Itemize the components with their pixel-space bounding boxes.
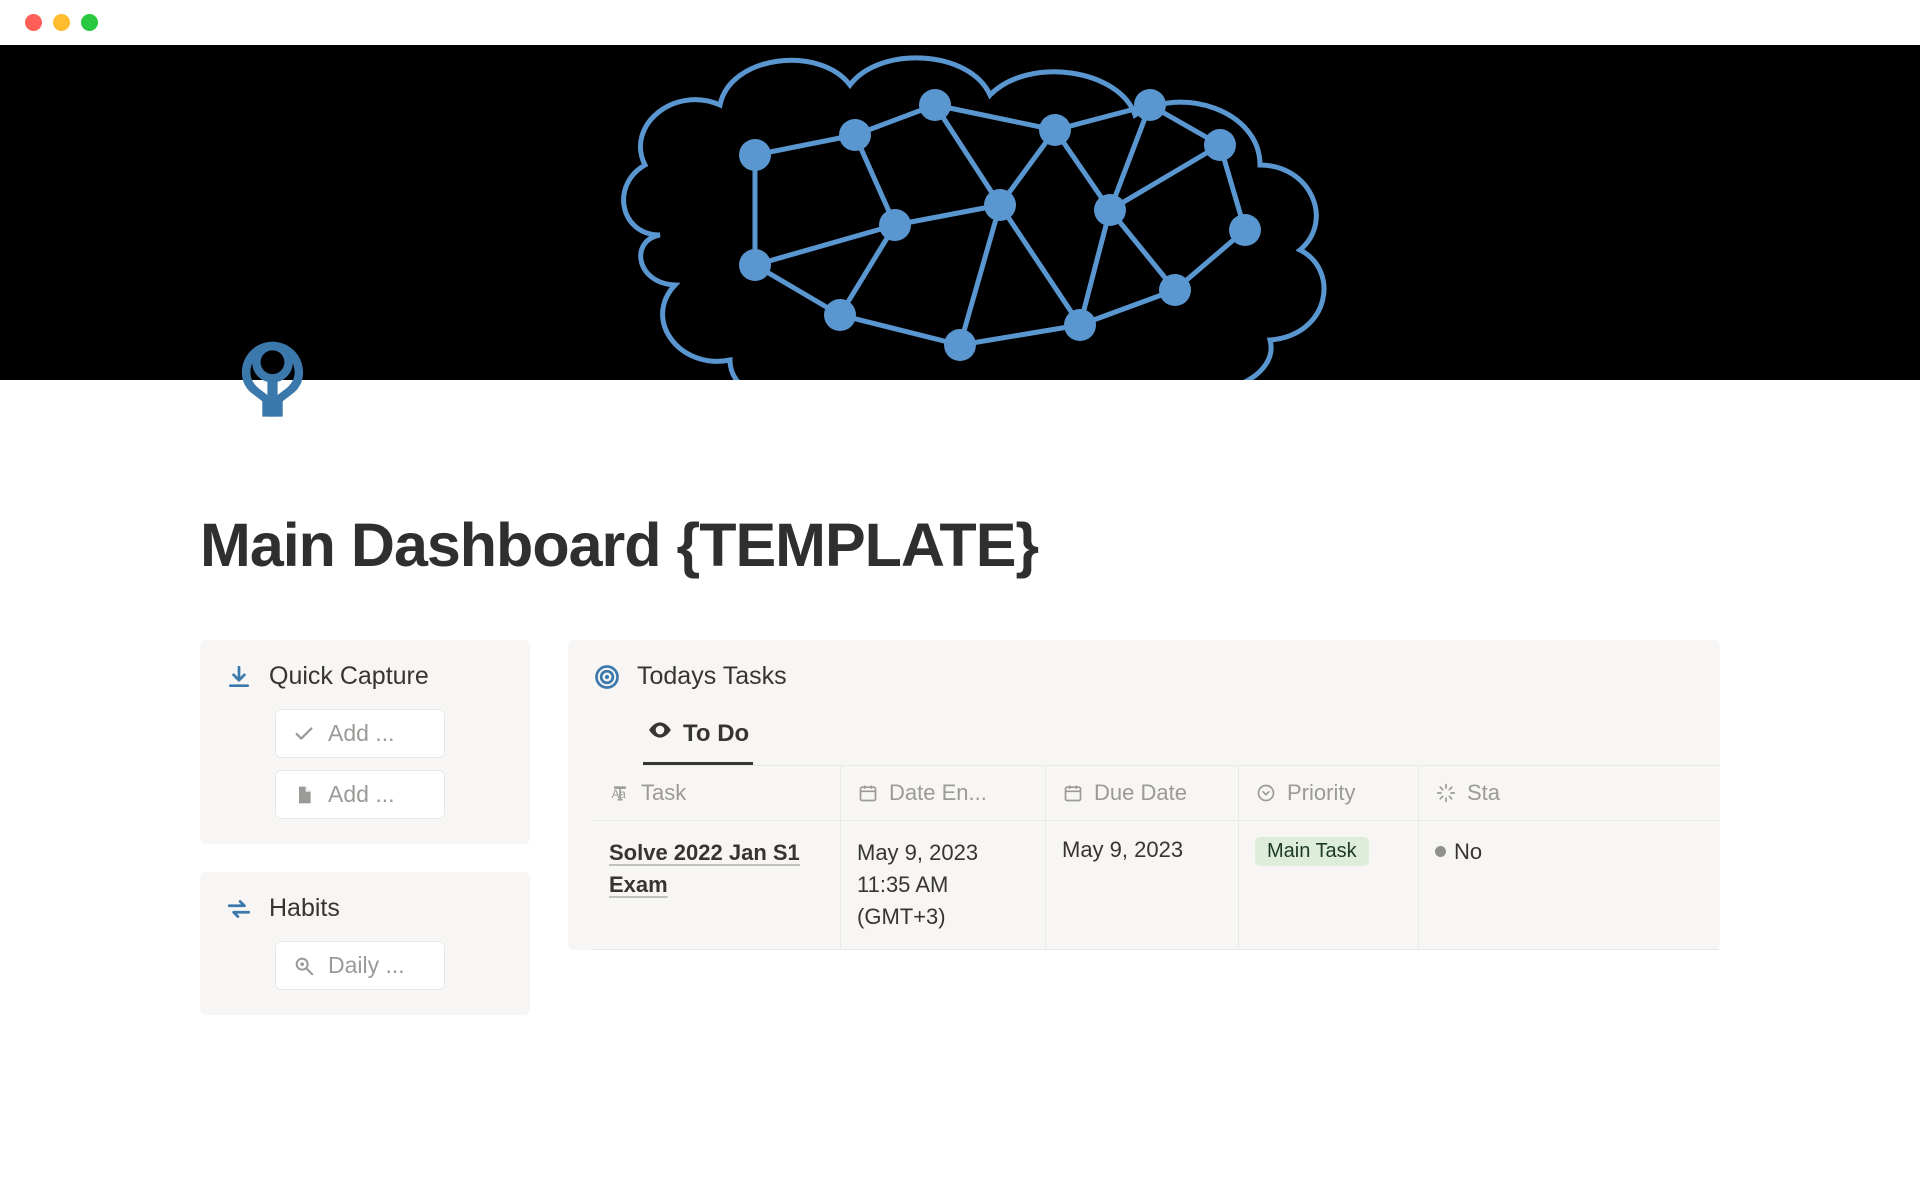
repeat-icon [225, 895, 253, 923]
minimize-window-button[interactable] [53, 14, 70, 31]
calendar-icon [1062, 782, 1084, 804]
status-label: No [1454, 839, 1482, 865]
status-dot-icon [1435, 846, 1446, 857]
status-property-icon [1435, 782, 1457, 804]
maximize-window-button[interactable] [81, 14, 98, 31]
todays-tasks-card: Todays Tasks To Do Aa [568, 640, 1720, 950]
column-header-due-date[interactable]: Due Date [1046, 766, 1239, 820]
close-window-button[interactable] [25, 14, 42, 31]
task-link[interactable]: Solve 2022 Jan S1 Exam [609, 840, 800, 897]
calendar-icon [857, 782, 879, 804]
column-header-priority[interactable]: Priority [1239, 766, 1419, 820]
habits-daily-button[interactable]: Daily ... [275, 941, 445, 990]
tab-todo[interactable]: To Do [643, 709, 753, 765]
cell-priority[interactable]: Main Task [1239, 821, 1419, 949]
page-icon[interactable] [230, 335, 315, 425]
column-header-date-entered[interactable]: Date En... [841, 766, 1046, 820]
cell-due-date[interactable]: May 9, 2023 [1046, 821, 1239, 949]
todays-tasks-header-label: Todays Tasks [637, 662, 787, 691]
text-property-icon: Aa [609, 782, 631, 804]
tasks-table-header: Aa Task Date En... [593, 766, 1720, 821]
quick-capture-add-task-button[interactable]: Add ... [275, 709, 445, 758]
select-property-icon [1255, 782, 1277, 804]
quick-capture-add-note-button[interactable]: Add ... [275, 770, 445, 819]
quick-capture-header: Quick Capture [225, 662, 505, 691]
tasks-table: Aa Task Date En... [593, 766, 1720, 950]
tab-todo-label: To Do [683, 720, 749, 748]
habits-header: Habits [225, 894, 505, 923]
eye-icon [647, 717, 673, 750]
page-title[interactable]: Main Dashboard {TEMPLATE} [200, 510, 1720, 580]
brain-network-graphic [580, 45, 1400, 380]
window-titlebar [0, 0, 1920, 45]
target-icon [593, 663, 621, 691]
download-icon [225, 663, 253, 691]
quick-capture-card: Quick Capture Add ... Add ... [200, 640, 530, 844]
document-icon [292, 783, 316, 807]
cell-task[interactable]: Solve 2022 Jan S1 Exam [593, 821, 841, 949]
quick-capture-add-task-label: Add ... [328, 720, 394, 747]
svg-text:Aa: Aa [612, 788, 627, 801]
column-header-status[interactable]: Sta [1419, 766, 1507, 820]
cell-status[interactable]: No [1419, 821, 1507, 949]
habits-card: Habits Daily ... [200, 872, 530, 1015]
habits-daily-label: Daily ... [328, 952, 405, 979]
habits-header-label: Habits [269, 894, 340, 923]
search-icon [292, 954, 316, 978]
quick-capture-add-note-label: Add ... [328, 781, 394, 808]
quick-capture-header-label: Quick Capture [269, 662, 429, 691]
table-row[interactable]: Solve 2022 Jan S1 Exam May 9, 2023 11:35… [593, 821, 1720, 950]
check-icon [292, 722, 316, 746]
page-cover[interactable] [0, 45, 1920, 380]
column-header-task[interactable]: Aa Task [593, 766, 841, 820]
todays-tasks-header: Todays Tasks [593, 662, 1720, 691]
cell-date-entered[interactable]: May 9, 2023 11:35 AM (GMT+3) [841, 821, 1046, 949]
priority-tag: Main Task [1255, 837, 1369, 866]
